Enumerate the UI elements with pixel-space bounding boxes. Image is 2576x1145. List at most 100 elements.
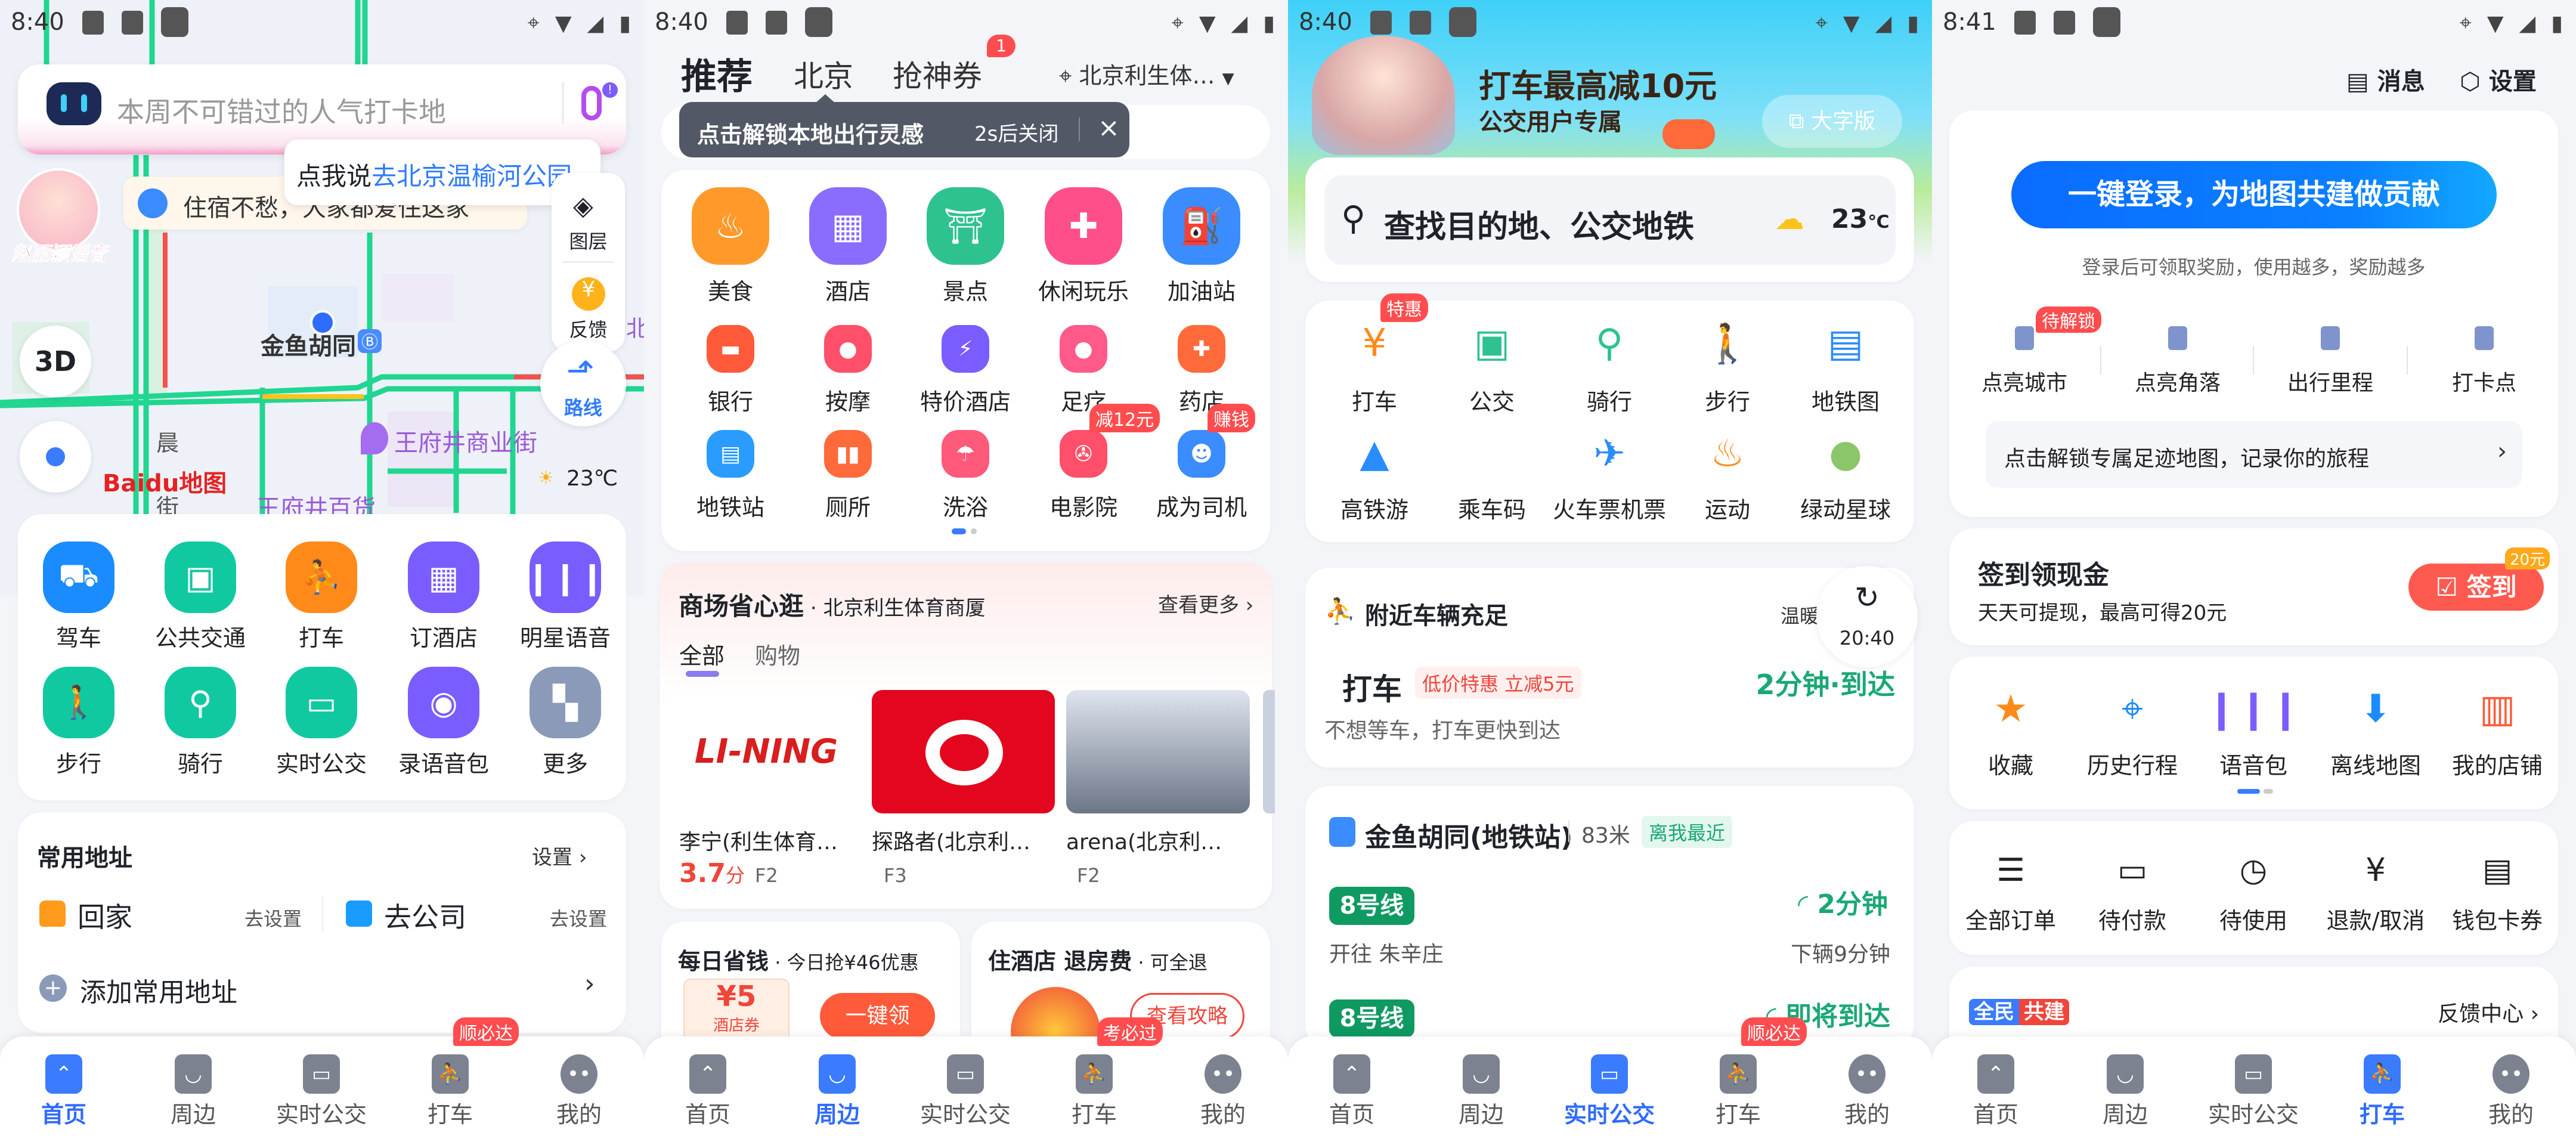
layers-icon[interactable]: ◈: [573, 191, 593, 221]
co-build-right: 共建: [2019, 999, 2069, 1025]
picture-icon: ▲: [1360, 432, 1389, 476]
mall-tab-all[interactable]: 全部: [679, 638, 724, 670]
store-name[interactable]: arena(北京利…: [1066, 825, 1222, 856]
nav-tab-4[interactable]: ⛹ 打车: [1035, 1036, 1154, 1138]
footprint-item[interactable]: 点亮城市: [1935, 366, 2114, 397]
nav-tab-label: 实时公交: [2207, 1101, 2299, 1128]
unlock-toast[interactable]: 点击解锁本地出行灵感 2s后关闭 ×: [679, 102, 1129, 157]
close-toast-icon[interactable]: ×: [1098, 113, 1120, 143]
microphone-icon[interactable]: [581, 86, 602, 120]
nav-tab-4[interactable]: ⛹ 打车: [1679, 1036, 1798, 1138]
bus-icon: ▣: [165, 541, 236, 613]
map-label-street[interactable]: 王府井商业街: [394, 423, 537, 458]
home-address-label[interactable]: 回家: [78, 896, 132, 935]
nav-tab-2[interactable]: ◡ 周边: [2066, 1036, 2185, 1138]
subway-station-card[interactable]: 金鱼胡同(地铁站) 83米 离我最近 8号线 开往 朱辛庄 ◜ 2分钟 下辆9分…: [1305, 786, 1914, 1048]
tab-coupons[interactable]: 抢神券: [893, 52, 982, 95]
messages-button[interactable]: ▤ 消息: [2346, 62, 2425, 97]
work-address-label[interactable]: 去公司: [384, 896, 466, 935]
large-font-mode-button[interactable]: ⧉ 大字版: [1762, 95, 1902, 148]
nav-tab-3[interactable]: ▭ 实时公交: [2194, 1036, 2313, 1138]
feedback-button[interactable]: 反馈: [552, 315, 625, 342]
store-image-toread[interactable]: [872, 690, 1055, 813]
footprint-item[interactable]: 打卡点: [2395, 366, 2574, 397]
weather-temperature: 23℃: [566, 466, 618, 491]
destination-search-input[interactable]: ⚲ 查找目的地、公交地铁 ☁ 23℃: [1324, 175, 1896, 265]
nav-tab-5[interactable]: •• 我的: [1807, 1036, 1927, 1138]
store-name[interactable]: 李宁(利生体育…: [679, 825, 838, 856]
refresh-button[interactable]: ↻ 20:40: [1816, 566, 1918, 667]
hotel-title: 住酒店 退房费 · 可全退: [988, 948, 1208, 974]
nav-tab-1[interactable]: ⌃ 首页: [1292, 1036, 1411, 1138]
nav-tab-5[interactable]: •• 我的: [519, 1036, 639, 1138]
image-notification-icon: [1370, 11, 1392, 35]
nav-tab-5[interactable]: •• 我的: [1163, 1036, 1283, 1138]
location-selector[interactable]: ⌖ 北京利生体… ▼: [1059, 57, 1234, 90]
nav-tab-4[interactable]: ⛹ 打车: [2323, 1036, 2442, 1138]
store-image-lining[interactable]: LI-NING: [679, 690, 853, 813]
chevron-right-icon: ›: [584, 968, 595, 999]
nav-tab-2[interactable]: ◡ 周边: [1422, 1036, 1541, 1138]
claim-coupon-button[interactable]: 一键领: [820, 993, 935, 1039]
tab-recommend[interactable]: 推荐: [681, 48, 753, 100]
layers-button[interactable]: 图层: [552, 227, 625, 254]
bike-icon: ⚲: [165, 667, 236, 738]
check-in-button[interactable]: ☑ 签到: [2408, 564, 2544, 611]
transit-search-card: ⚲ 查找目的地、公交地铁 ☁ 23℃: [1305, 157, 1914, 282]
nav-tab-5[interactable]: •• 我的: [2451, 1036, 2571, 1138]
profile-face-icon: ••: [1205, 1054, 1241, 1094]
nav-tab-1[interactable]: ⌃ 首页: [1936, 1036, 2055, 1138]
3d-toggle-button[interactable]: 3D: [20, 326, 91, 397]
nav-tab-label: 我的: [556, 1101, 602, 1128]
palace-icon: ⛩: [927, 187, 1004, 265]
locate-button[interactable]: [20, 421, 91, 493]
status-time: 8:40: [655, 8, 708, 36]
banner-character-illustration: [1312, 36, 1455, 155]
footprint-item[interactable]: 点亮角落: [2088, 366, 2267, 397]
line-badge: 8号线: [1329, 999, 1414, 1038]
footprint-map-banner[interactable]: 点击解锁专属足迹地图，记录你的旅程 ›: [1986, 421, 2522, 488]
baidu-map-notification-icon: [2093, 7, 2120, 37]
tab-beijing[interactable]: 北京: [794, 52, 853, 95]
avatar-voice-label[interactable]: 赵丽颖语音: [11, 239, 107, 266]
store-name[interactable]: 探路者(北京利…: [872, 825, 1030, 856]
realtime-signal-icon: ◜: [1798, 889, 1818, 920]
addresses-title: 常用地址: [37, 844, 132, 872]
status-bar: 8:41 ⌖ ▼ ◢ ▮: [1932, 0, 2576, 48]
nav-tab-2[interactable]: ◡ 周边: [778, 1036, 897, 1138]
nav-tab-4[interactable]: ⛹ 打车: [391, 1036, 510, 1138]
nearby-bookmark-icon: ◡: [819, 1054, 856, 1094]
mall-tab-shopping[interactable]: 购物: [755, 638, 800, 670]
route-button[interactable]: ⬏ 路线: [540, 341, 626, 426]
coin-feedback-icon[interactable]: ¥: [572, 277, 605, 311]
footprint-item[interactable]: 出行里程: [2241, 366, 2420, 397]
feedback-center-link[interactable]: 反馈中心 ›: [2438, 997, 2539, 1028]
taxi-eta: 2分钟·到达: [1755, 669, 1895, 701]
nav-tab-1[interactable]: ⌃ 首页: [648, 1036, 767, 1138]
nav-tab-3[interactable]: ▭ 实时公交: [1550, 1036, 1669, 1138]
nav-tab-2[interactable]: ◡ 周边: [134, 1036, 253, 1138]
settings-button[interactable]: ⬡ 设置: [2460, 62, 2537, 97]
subway-icon: ▤: [707, 430, 754, 478]
nav-tab-1[interactable]: ⌃ 首页: [4, 1036, 123, 1138]
bottom-nav-bar: ⌃ 首页 ◡ 周边 ▭ 实时公交 ⛹ 打车 •• 我的: [1932, 1036, 2576, 1145]
taxi-person-icon: ⛹: [432, 1054, 469, 1094]
store-image-arena[interactable]: [1066, 690, 1250, 813]
profile-face-icon: ••: [1849, 1054, 1885, 1094]
nav-tab-3[interactable]: ▭ 实时公交: [906, 1036, 1025, 1138]
home-set-button[interactable]: 去设置: [244, 904, 302, 932]
coupon-value: ¥5: [716, 980, 757, 1013]
weather-hint: 温暖: [1781, 605, 1819, 627]
nav-tab-3[interactable]: ▭ 实时公交: [262, 1036, 381, 1138]
work-set-button[interactable]: 去设置: [550, 904, 607, 932]
cloud-download-icon: ⬇: [2360, 687, 2392, 731]
weather-sun-cloud-icon: ☀: [538, 468, 554, 488]
search-input[interactable]: 本周不可错过的人气打卡地: [117, 91, 446, 130]
view-more-link[interactable]: 查看更多 ›: [1158, 589, 1253, 618]
gas-station-icon: ⛽: [1163, 187, 1240, 265]
wifi-icon: ▼: [555, 11, 572, 36]
map-label-station[interactable]: 金鱼胡同: [261, 327, 356, 361]
addresses-settings-link[interactable]: 设置 ›: [532, 841, 587, 870]
one-click-login-button[interactable]: 一键登录，为地图共建做贡献: [2011, 161, 2497, 228]
add-address-button[interactable]: 添加常用地址: [80, 971, 237, 1009]
